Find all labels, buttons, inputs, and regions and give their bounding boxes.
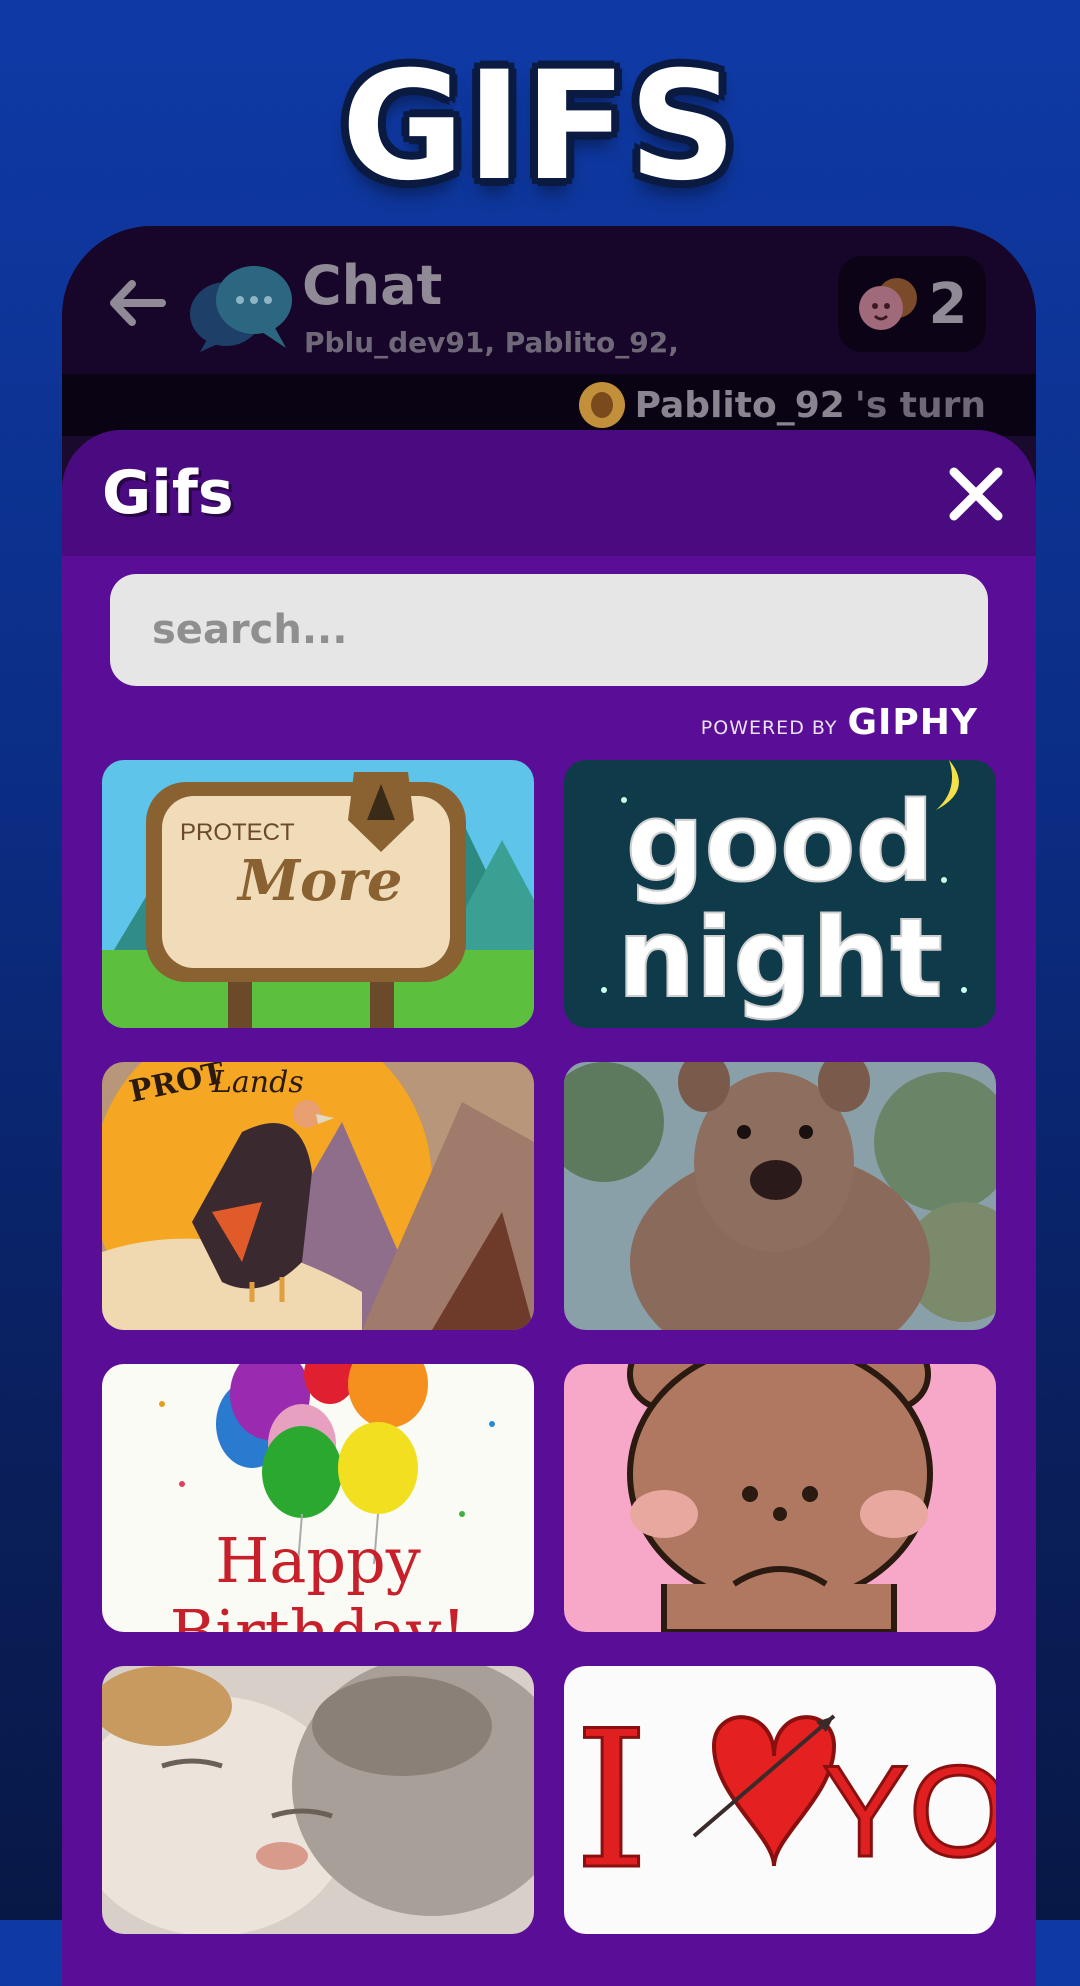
protected-lands-gif: PROT Lands: [102, 1062, 534, 1330]
gif-text: Lands: [211, 1065, 304, 1100]
gif-text: Birthday!: [170, 1596, 466, 1632]
gif-search-input[interactable]: [110, 574, 988, 686]
players-count: 2: [928, 271, 968, 337]
page-headline: GIFS: [341, 40, 739, 214]
chat-title: Chat: [302, 254, 443, 317]
gif-tile[interactable]: [564, 1062, 996, 1330]
protect-parks-gif: PROTECT More PARKS: [102, 760, 534, 1028]
gif-tile[interactable]: PROT Lands: [102, 1062, 534, 1330]
turn-suffix: 's turn: [854, 384, 986, 426]
gif-sheet: Gifs POWERED BY GIPHY: [62, 430, 1036, 1986]
close-icon[interactable]: [946, 464, 1006, 524]
chat-bubble-icon: [190, 266, 292, 352]
chat-header: Chat Pblu_dev91, Pablito_92, 2: [62, 226, 1036, 374]
chat-members: Pblu_dev91, Pablito_92,: [304, 326, 679, 359]
bear-hug-gif: [564, 1364, 996, 1632]
cats-cuddling-gif: [102, 1666, 534, 1934]
quokka-gif: [564, 1062, 996, 1330]
gif-sheet-header: Gifs: [62, 430, 1036, 556]
turn-bar: Pablito_92 's turn: [62, 374, 1036, 436]
gif-tile[interactable]: Happy Birthday!: [102, 1364, 534, 1632]
happy-birthday-gif: Happy Birthday!: [102, 1364, 534, 1632]
phone-frame: Chat Pblu_dev91, Pablito_92, 2 Pablito_9…: [62, 226, 1036, 1986]
giphy-logo: GIPHY: [847, 702, 978, 743]
gif-text: night: [617, 894, 943, 1022]
player-avatar: [578, 382, 625, 428]
gif-text: YOU: [822, 1738, 996, 1884]
gif-tile[interactable]: PROTECT More PARKS: [102, 760, 534, 1028]
turn-player-name: Pablito_92: [634, 384, 845, 426]
gif-tile[interactable]: good night: [564, 760, 996, 1028]
powered-by-label: POWERED BY: [700, 717, 838, 739]
gif-text: PROTECT: [180, 819, 295, 846]
gif-sheet-title: Gifs: [102, 458, 234, 528]
gif-text: good: [626, 778, 935, 906]
gif-text: Happy: [215, 1524, 420, 1597]
players-badge[interactable]: 2: [838, 256, 986, 352]
gif-tile[interactable]: [102, 1666, 534, 1934]
i-love-you-gif: I YOU: [564, 1666, 996, 1934]
gif-text: I: [574, 1690, 649, 1911]
gif-tile[interactable]: I YOU: [564, 1666, 996, 1934]
good-night-gif: good night: [564, 760, 996, 1028]
giphy-attribution: POWERED BY GIPHY: [701, 702, 978, 743]
back-arrow-icon[interactable]: [106, 278, 166, 328]
gif-text: More: [236, 848, 402, 914]
players-avatars-icon: [858, 278, 917, 330]
gif-tile[interactable]: [564, 1364, 996, 1632]
